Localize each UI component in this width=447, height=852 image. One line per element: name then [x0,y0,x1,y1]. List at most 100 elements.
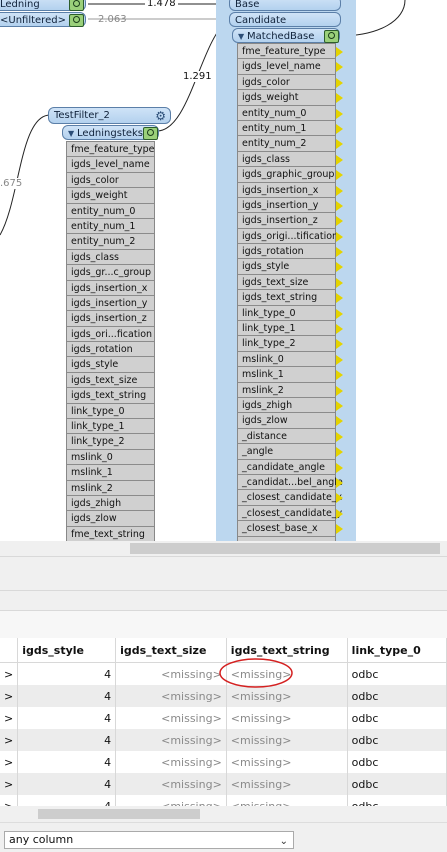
attribute-row[interactable]: igds_insertion_x [67,281,154,296]
attribute-row[interactable]: igds_weight [67,188,154,204]
attribute-row[interactable]: entity_num_0 [67,204,154,219]
attribute-row[interactable]: entity_num_0 [238,106,343,121]
attribute-row[interactable]: entity_num_1 [67,219,154,235]
attribute-row[interactable]: entity_num_2 [238,136,343,152]
attribute-row[interactable]: mslink_1 [67,465,154,481]
output-port-icon[interactable] [335,230,343,243]
attribute-row[interactable]: _candidat...bel_angle [238,475,343,491]
attribute-row[interactable]: igds_insertion_y [238,198,343,214]
attribute-row[interactable]: fme_text_string [67,527,154,541]
attribute-row[interactable]: igds_level_name [67,157,154,173]
output-port-icon[interactable] [335,492,343,505]
attribute-row[interactable]: igds_text_size [67,373,154,389]
attribute-row[interactable]: fme_feature_type [67,142,154,158]
output-port-icon[interactable] [335,138,343,151]
attribute-row[interactable]: entity_num_2 [67,234,154,250]
output-port-icon[interactable] [335,92,343,105]
attribute-row[interactable]: entity_num_1 [238,121,343,137]
attribute-row[interactable]: igds_ori...fication [67,327,154,343]
attribute-row[interactable]: igds_style [67,357,154,373]
column-select-dropdown[interactable]: any column ⌄ [4,831,294,849]
attribute-row[interactable]: link_type_0 [67,404,154,420]
attribute-row[interactable]: _angle [238,444,343,460]
ledning-port[interactable]: Ledning [0,0,86,11]
output-port-icon[interactable] [335,261,343,274]
attribute-row[interactable]: _closest_candidate_y [238,506,343,522]
output-port-icon[interactable] [335,292,343,305]
attribute-row[interactable]: igds_zlow [67,511,154,527]
output-port-icon[interactable] [335,215,343,228]
output-port-icon[interactable] [335,199,343,212]
attribute-row[interactable]: mslink_2 [67,481,154,496]
output-port-icon[interactable] [335,507,343,520]
output-port-icon[interactable] [335,399,343,412]
attribute-row[interactable]: mslink_1 [238,367,343,383]
attribute-row[interactable]: _closest_base_x [238,521,343,537]
attribute-row[interactable]: igds_zhigh [67,496,154,512]
attribute-row[interactable]: igds_insertion_z [238,213,343,229]
attribute-row[interactable]: igds_text_string [238,290,343,306]
output-port-icon[interactable] [335,122,343,135]
scrollbar-thumb[interactable] [38,809,200,819]
attribute-row[interactable]: fme_feature_type [238,44,343,60]
collapse-icon[interactable]: ▼ [68,129,74,138]
attribute-row[interactable]: igds_insertion_x [238,183,343,198]
unfiltered-port[interactable]: <Unfiltered> [0,12,86,27]
attribute-row[interactable]: igds_graphic_group [238,167,343,183]
testfilter-header[interactable]: TestFilter_2 ⚙ [48,107,171,124]
collapse-icon[interactable]: ▼ [238,32,244,41]
attribute-row[interactable]: igds_zlow [238,413,343,429]
output-port-icon[interactable] [335,430,343,443]
attribute-row[interactable]: igds_text_string [67,388,154,404]
output-port-icon[interactable] [335,153,343,166]
attribute-row[interactable]: _closest_candidate_x [238,490,343,506]
attribute-row[interactable]: igds_class [67,250,154,266]
base-input-port[interactable]: Base [229,0,341,11]
output-port-icon[interactable] [335,276,343,289]
attribute-row[interactable]: igds_insertion_z [67,311,154,327]
attribute-row[interactable]: _distance [238,429,343,445]
attribute-row[interactable]: mslink_0 [67,450,154,466]
scrollbar-thumb[interactable] [130,543,440,554]
matchedbase-output-port[interactable]: ▼ MatchedBase [232,28,340,43]
attribute-row[interactable]: igds_rotation [238,244,343,260]
output-port-icon[interactable] [335,384,343,397]
output-port-icon[interactable] [335,184,343,197]
candidate-input-port[interactable]: Candidate [229,12,341,27]
output-port-icon[interactable] [335,107,343,120]
testfilter-output-port[interactable]: ▼ Ledningstekst [62,125,159,140]
attribute-row[interactable]: mslink_2 [238,383,343,398]
attribute-row[interactable]: igds_insertion_y [67,296,154,312]
inspect-icon[interactable] [69,14,84,27]
attribute-row[interactable]: igds_color [238,75,343,91]
workspace-canvas[interactable]: Ledning <Unfiltered> 2.063 1.478 1.291 .… [0,0,447,541]
output-port-icon[interactable] [335,169,343,182]
attribute-row[interactable]: link_type_1 [238,321,343,337]
canvas-horizontal-scrollbar[interactable] [0,541,447,556]
attribute-row[interactable]: igds_class [238,152,343,168]
output-port-icon[interactable] [335,76,343,89]
output-port-icon[interactable] [335,246,343,259]
inspect-icon[interactable] [324,30,339,43]
attribute-row[interactable]: mslink_0 [238,352,343,368]
output-port-icon[interactable] [335,61,343,74]
attribute-row[interactable]: link_type_0 [238,306,343,322]
output-port-icon[interactable] [335,415,343,428]
output-port-icon[interactable] [335,46,343,58]
output-port-icon[interactable] [335,369,343,382]
output-port-icon[interactable] [335,446,343,459]
gear-icon[interactable]: ⚙ [155,108,166,124]
attribute-row[interactable]: link_type_2 [67,434,154,450]
output-port-icon[interactable] [335,338,343,351]
attribute-row[interactable]: igds_text_size [238,275,343,291]
inspect-icon[interactable] [143,127,158,140]
attribute-row[interactable]: igds_color [67,173,154,189]
attribute-row[interactable]: link_type_2 [238,336,343,352]
output-port-icon[interactable] [335,476,343,489]
attribute-row[interactable]: igds_style [238,259,343,275]
attribute-row[interactable]: _candidate_angle [238,460,343,475]
output-port-icon[interactable] [335,461,343,474]
attribute-row[interactable]: igds_zhigh [238,398,343,414]
output-port-icon[interactable] [335,353,343,366]
output-port-icon[interactable] [335,307,343,320]
